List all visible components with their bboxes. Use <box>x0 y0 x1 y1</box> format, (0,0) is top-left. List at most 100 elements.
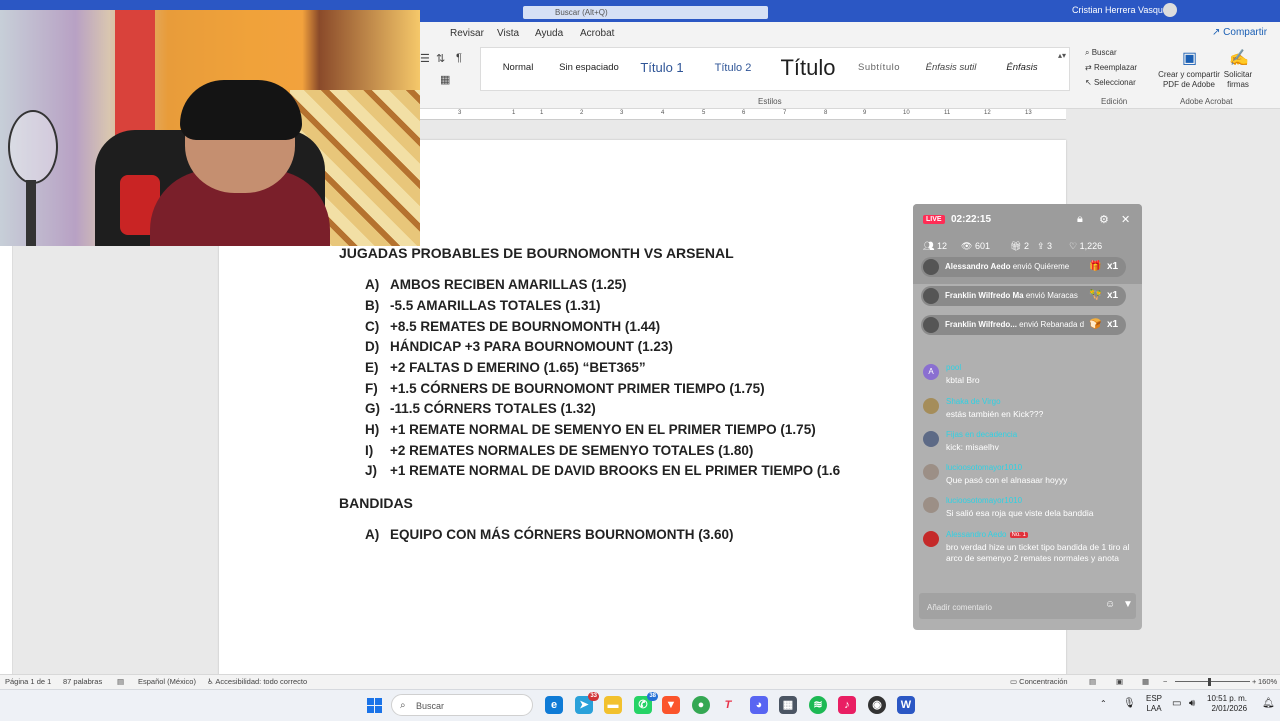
whatsapp-icon[interactable]: ✆ 38 <box>634 692 658 714</box>
tiktok-live-icon[interactable]: ♪ <box>838 696 856 714</box>
styles-group-label: Estilos <box>758 97 782 106</box>
web-layout-icon[interactable]: ▦ <box>1142 677 1149 686</box>
viewers-count: 12 <box>936 241 947 251</box>
file-explorer-icon[interactable]: ▬ <box>604 696 622 714</box>
chat-username[interactable]: Alessandro Aedo No. 1 <box>946 530 1028 539</box>
accessibility-status[interactable]: ♿︎ Accesibilidad: todo correcto <box>207 677 307 686</box>
chrome-icon[interactable]: ● <box>692 696 710 714</box>
sign-icon[interactable]: ✍ <box>1229 48 1249 68</box>
share-button[interactable]: ↗ Compartir <box>1212 27 1267 38</box>
chat-username[interactable]: pool <box>946 363 961 372</box>
language-status[interactable]: Español (México) <box>138 677 196 686</box>
chat-username[interactable]: Shaka de Virgo <box>946 397 1001 406</box>
language-indicator[interactable]: ESP LAA <box>1146 694 1162 714</box>
style-title[interactable]: Título <box>773 48 843 88</box>
zoom-slider-thumb[interactable] <box>1208 678 1211 686</box>
close-icon[interactable]: ✕ <box>1121 213 1130 226</box>
tab-acrobat[interactable]: Acrobat <box>580 28 614 39</box>
vertical-ruler[interactable] <box>0 245 13 675</box>
microphone-icon[interactable]: 🎙︎ <box>1123 698 1136 709</box>
style-emphasis[interactable]: Énfasis <box>997 48 1047 88</box>
style-subtle-emphasis[interactable]: Énfasis sutil <box>917 48 985 88</box>
list-text: EQUIPO CON MÁS CÓRNERS BOURNOMONTH (3.60… <box>390 527 734 542</box>
tab-ayuda[interactable]: Ayuda <box>535 28 563 39</box>
chat-username[interactable]: lucioosotomayor1010 <box>946 496 1022 505</box>
borders-icon[interactable]: ▦ <box>440 73 450 86</box>
list-icon[interactable]: ☰ <box>420 52 430 65</box>
read-mode-icon[interactable]: ▤ <box>1089 677 1096 686</box>
spotify-icon[interactable]: ≋ <box>809 696 827 714</box>
style-heading-1[interactable]: Título 1 <box>631 48 693 88</box>
taskbar-search[interactable]: ⌕ Buscar <box>391 694 533 716</box>
gift-sender: Franklin Wilfredo... <box>945 320 1017 329</box>
discord-icon[interactable]: ◕ <box>750 696 768 714</box>
typora-icon[interactable]: T <box>719 696 737 714</box>
start-pane <box>375 706 382 713</box>
word-icon[interactable]: W <box>897 696 915 714</box>
print-layout-icon[interactable]: ▣ <box>1116 677 1123 686</box>
focus-mode-button[interactable]: ▭ Concentración <box>1010 677 1068 686</box>
clock-time: 10:51 p. m. <box>1207 694 1248 703</box>
zoom-in-icon[interactable]: + <box>1252 677 1256 686</box>
telegram-icon[interactable]: ➤ 33 <box>575 692 599 714</box>
style-heading-2[interactable]: Título 2 <box>705 48 761 88</box>
zoom-level[interactable]: 160% <box>1258 677 1277 686</box>
create-share-pdf-button[interactable]: Crear y compartir PDF de Adobe <box>1158 70 1220 90</box>
chat-username-text: Alessandro Aedo <box>946 530 1007 539</box>
word-count[interactable]: 87 palabras <box>63 677 102 686</box>
user-name[interactable]: Cristian Herrera Vasquez <box>1072 5 1172 15</box>
emoji-icon[interactable]: ☺ <box>1105 599 1115 610</box>
tab-vista[interactable]: Vista <box>497 28 519 39</box>
obs-icon[interactable]: ◉ <box>868 696 886 714</box>
comment-input[interactable] <box>925 598 1099 616</box>
eye-icon: 👁︎ <box>961 241 975 251</box>
pilcrow-icon[interactable]: ¶ <box>456 52 462 64</box>
filter-icon[interactable]: ▼ <box>1123 599 1133 610</box>
find-label: Buscar <box>1091 48 1117 57</box>
select-button[interactable]: ↖ Seleccionar <box>1085 78 1136 87</box>
request-sign-button[interactable]: Solicitar firmas <box>1222 70 1254 90</box>
style-no-spacing[interactable]: Sin espaciado <box>553 48 625 88</box>
zoom-slider[interactable] <box>1175 681 1250 682</box>
gift-icon: 🎁︎ <box>1010 241 1024 251</box>
sort-icon[interactable]: ⇅ <box>436 52 445 65</box>
gift-notification: Franklin Wilfredo Ma envió Maracas 🪇 x1 <box>921 286 1126 306</box>
tab-revisar[interactable]: Revisar <box>450 28 484 39</box>
horizontal-ruler[interactable]: 3 1 1 2 3 4 5 6 7 8 9 10 11 12 13 <box>420 109 1066 120</box>
page-count[interactable]: Página 1 de 1 <box>5 677 51 686</box>
language-code: ESP <box>1146 694 1163 703</box>
gallery-scroll-icon[interactable]: ▴▾ <box>1058 51 1066 60</box>
calculator-icon[interactable]: ▦ <box>779 696 797 714</box>
network-icon[interactable]: ▭ <box>1172 698 1181 709</box>
zoom-out-icon[interactable]: − <box>1163 677 1167 686</box>
avatar <box>923 398 939 414</box>
avatar[interactable] <box>1163 3 1177 17</box>
lock-icon[interactable]: 🔒︎ <box>1077 213 1083 226</box>
avatar <box>923 288 939 304</box>
word-search-box[interactable]: Buscar (Alt+Q) <box>523 6 768 19</box>
chat-username[interactable]: lucioosotomayor1010 <box>946 463 1022 472</box>
notifications-icon[interactable]: 🔔︎ <box>1262 698 1275 709</box>
avatar: A <box>923 364 939 380</box>
chevron-up-icon[interactable]: ⌃ <box>1100 699 1107 708</box>
edge-icon[interactable]: e <box>545 696 563 714</box>
edit-group-label: Edición <box>1101 97 1128 106</box>
gift-count: x1 <box>1107 319 1119 330</box>
list-text: -5.5 AMARILLAS TOTALES (1.31) <box>390 298 601 313</box>
style-subtitle[interactable]: Subtítulo <box>851 48 907 88</box>
proofing-icon[interactable]: ▤ <box>117 677 124 686</box>
replace-label: Reemplazar <box>1093 63 1138 72</box>
settings-icon[interactable]: ⚙︎ <box>1099 213 1109 226</box>
chat-text: Si salió esa roja que viste dela banddia <box>946 508 1094 518</box>
replace-button[interactable]: ⇄ Reemplazar <box>1085 63 1137 72</box>
volume-icon[interactable]: 🔊︎ <box>1189 698 1195 709</box>
brave-icon[interactable]: ▼ <box>662 696 680 714</box>
windows-start-icon[interactable] <box>367 698 383 714</box>
chat-username[interactable]: Fijas en decadencia <box>946 430 1017 439</box>
replace-icon: ⇄ <box>1085 63 1094 72</box>
avatar <box>923 464 939 480</box>
clock[interactable]: 10:51 p. m. 2/01/2026 <box>1207 694 1247 714</box>
find-button[interactable]: ⌕ Buscar <box>1085 48 1117 58</box>
style-normal[interactable]: Normal <box>495 48 541 88</box>
create-pdf-icon[interactable]: ▣ <box>1182 48 1197 68</box>
